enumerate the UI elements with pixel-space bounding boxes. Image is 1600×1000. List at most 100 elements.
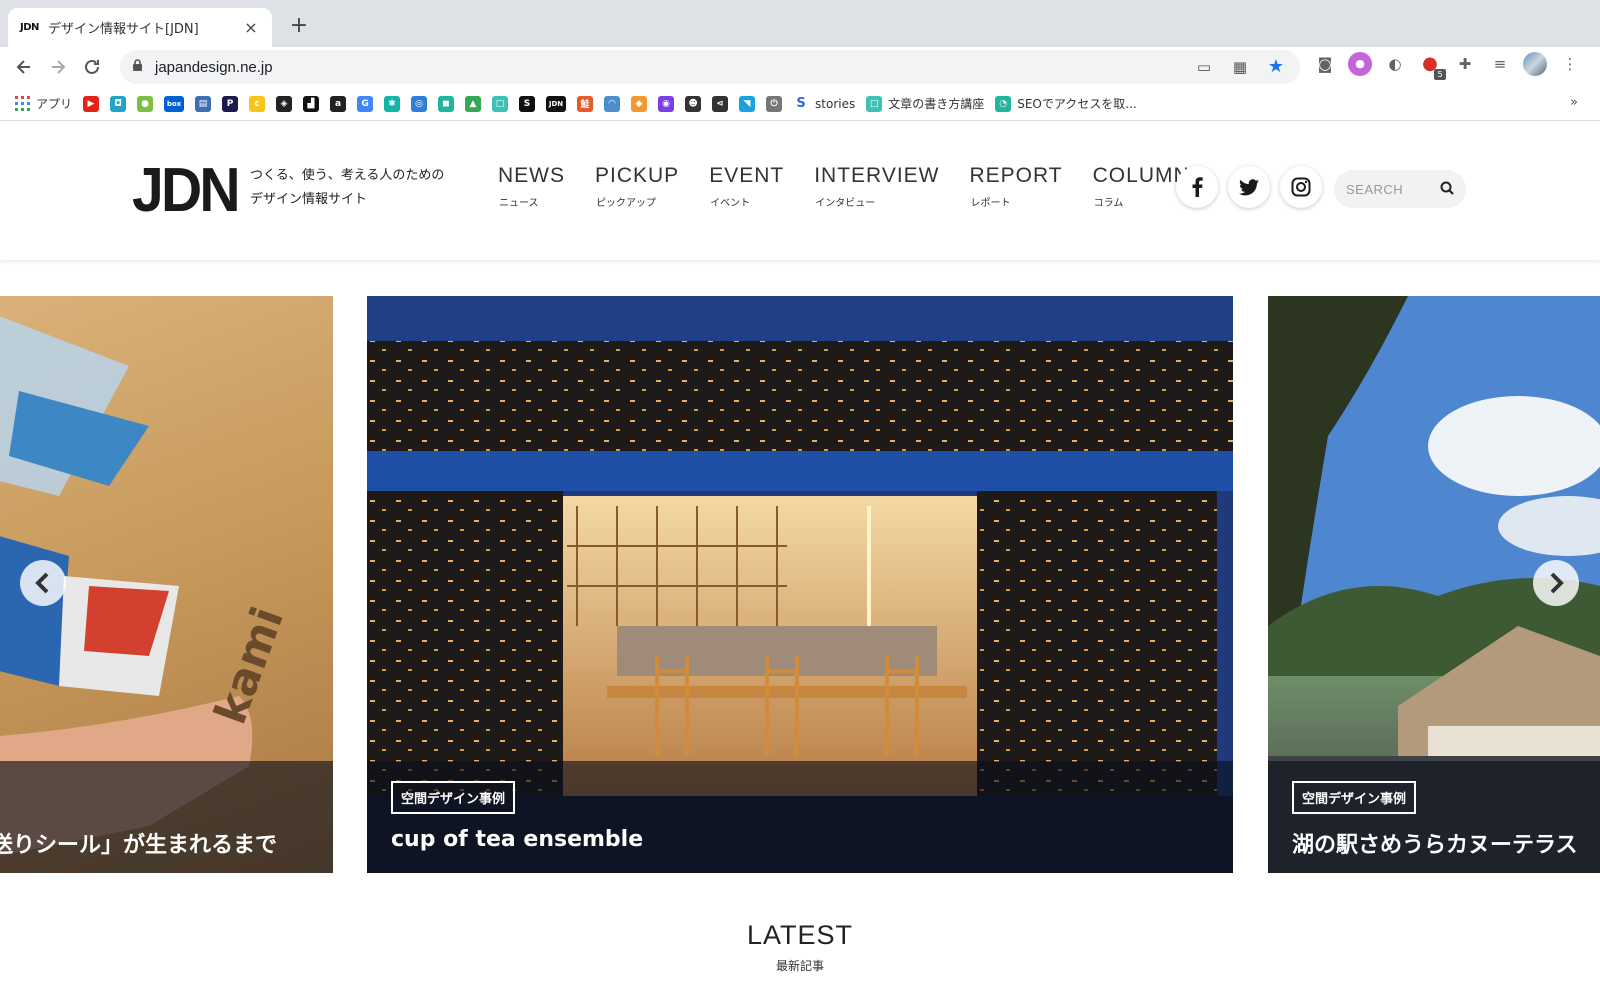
nav-sublabel: ピックアップ [596, 198, 656, 209]
bookmark-feather[interactable]: ⋖ [712, 95, 729, 112]
bookmark-asterisk[interactable]: ✱ [384, 95, 401, 112]
panda-icon: ☻ [685, 95, 702, 112]
bookmark-youtube[interactable]: ▶ [83, 95, 100, 112]
flag-icon: ◥ [739, 95, 756, 112]
nav-interview[interactable]: INTERVIEW インタビュー [814, 164, 939, 209]
bookmark-square-app[interactable]: □ [492, 95, 509, 112]
bookmark-drive[interactable]: ▲ [465, 95, 482, 112]
reload-button[interactable] [75, 50, 109, 84]
power-icon: ⏻ [766, 95, 783, 112]
bookmark-bird[interactable]: ◠ [604, 95, 621, 112]
latest-section: LATEST 最新記事 [0, 920, 1600, 974]
bookmark-writing-course[interactable]: □ 文章の書き方講座 [866, 95, 984, 112]
nav-sublabel: インタビュー [815, 198, 876, 209]
bookmark-amazon[interactable]: a [330, 95, 347, 112]
bookmark-power[interactable]: ⏻ [766, 95, 783, 112]
camera-extension-icon[interactable]: ◙ [1313, 52, 1337, 76]
carousel-next-button[interactable] [1533, 560, 1579, 606]
slide-title[interactable]: 送りシール」が生まれるまで [0, 827, 277, 859]
nav-label: PICKUP [595, 164, 680, 187]
close-tab-icon[interactable]: × [242, 18, 260, 37]
nav-pickup[interactable]: PICKUP ピックアップ [595, 164, 679, 209]
note-icon: □ [866, 95, 883, 112]
purple-extension-icon[interactable]: ● [1348, 52, 1372, 76]
bookmark-coin[interactable]: c [249, 95, 266, 112]
bookmark-package[interactable]: ◆ [631, 95, 648, 112]
drive-icon: ▲ [465, 95, 482, 112]
bookmark-google[interactable]: G [357, 95, 374, 112]
bookmark-panda[interactable]: ☻ [685, 95, 702, 112]
bookmark-cube[interactable]: ◈ [276, 95, 293, 112]
puzzle-extensions-icon[interactable]: ✚ [1453, 52, 1477, 76]
chevron-left-icon [35, 572, 49, 594]
jdn-favicon-icon: JDN [20, 22, 39, 33]
nav-sublabel: レポート [970, 198, 1011, 209]
search-icon[interactable] [1440, 180, 1454, 199]
forward-button[interactable] [41, 50, 75, 84]
nav-report[interactable]: REPORT レポート [970, 164, 1063, 209]
message-icon: ◼ [438, 95, 455, 112]
bookmark-flag[interactable]: ◥ [739, 95, 756, 112]
nav-sublabel: ニュース [499, 198, 539, 209]
bookmark-table[interactable]: ▤ [195, 95, 212, 112]
bookmark-leaf[interactable]: ● [137, 95, 154, 112]
reading-list-icon[interactable]: ≡ [1488, 52, 1512, 76]
bookmark-contacts[interactable]: ◘ [110, 95, 127, 112]
search-input[interactable] [1346, 181, 1436, 197]
tagline-line-1: つくる、使う、考える人のための [250, 168, 445, 183]
bookmarks-bar: アプリ ▶ ◘ ● box ▤ Pc ◈ ▟ a G ✱ ◎ ◼ ▲ □ S JDN 鮭 ◠ ◆ ◉ ☻ ⋖ ◥ ⏻ S sto… [0, 87, 1600, 121]
bookmark-apps[interactable]: アプリ [14, 95, 72, 112]
kebab-menu-icon[interactable]: ⋮ [1558, 52, 1582, 76]
bookmark-s-app[interactable]: S [519, 95, 536, 112]
coin-icon: c [249, 95, 266, 112]
apps-label: アプリ [36, 97, 73, 111]
bookmark-box[interactable]: box [164, 95, 185, 112]
instagram-button[interactable] [1280, 166, 1322, 208]
bird-icon: ◠ [604, 95, 621, 112]
nav-label: REPORT [969, 164, 1063, 187]
bookmark-unsplash[interactable]: ▟ [303, 95, 320, 112]
stories-label: stories [815, 96, 856, 111]
bookmark-jdn[interactable]: JDN [546, 95, 567, 112]
slide-title[interactable]: cup of tea ensemble [391, 827, 643, 852]
reload-icon [85, 59, 99, 74]
amazon-icon: a [330, 95, 347, 112]
slide-title[interactable]: 湖の駅さめうらカヌーテラス [1292, 827, 1578, 859]
url-text[interactable]: japandesign.ne.jp [155, 59, 273, 76]
unsplash-icon: ▟ [303, 95, 320, 112]
category-tag[interactable]: 空間デザイン事例 [391, 781, 516, 814]
bookmarks-overflow-icon[interactable]: » [1570, 95, 1578, 110]
twitter-icon [1239, 178, 1259, 195]
cast-icon[interactable]: ▭ [1192, 55, 1216, 79]
nav-event[interactable]: EVENT イベント [709, 164, 784, 209]
bookmark-circle-app[interactable]: ◉ [658, 95, 675, 112]
carousel-slide-active[interactable]: 空間デザイン事例 cup of tea ensemble [367, 296, 1233, 873]
twitter-button[interactable] [1228, 166, 1270, 208]
bookmark-seo[interactable]: ◔ SEOでアクセスを取... [995, 95, 1137, 112]
nib-icon: ◎ [411, 95, 428, 112]
bookmark-stories[interactable]: S stories [793, 95, 856, 112]
bookmark-nib[interactable]: ◎ [411, 95, 428, 112]
s-logo-icon: S [793, 95, 810, 112]
p-app-icon: P [222, 95, 239, 112]
qr-code-icon[interactable]: ▦ [1228, 55, 1252, 79]
bookmark-p-app[interactable]: P [222, 95, 239, 112]
nav-news[interactable]: NEWS ニュース [498, 164, 565, 209]
carousel-prev-button[interactable] [20, 560, 66, 606]
jdn-logo[interactable]: JDN [132, 160, 241, 222]
facebook-button[interactable] [1176, 166, 1218, 208]
browser-tab[interactable]: JDN デザイン情報サイト[JDN] × [8, 8, 272, 47]
facebook-icon [1192, 177, 1203, 197]
bookmark-star-icon[interactable]: ★ [1264, 55, 1288, 79]
profile-avatar[interactable] [1523, 52, 1547, 76]
back-button[interactable] [7, 50, 41, 84]
new-tab-button[interactable]: + [286, 14, 312, 40]
address-bar[interactable]: japandesign.ne.jp ▭ ▦ ★ [120, 50, 1300, 84]
lock-icon [132, 59, 143, 75]
bookmark-message[interactable]: ◼ [438, 95, 455, 112]
google-icon: G [357, 95, 374, 112]
category-tag[interactable]: 空間デザイン事例 [1292, 781, 1417, 814]
moon-extension-icon[interactable]: ◐ [1383, 52, 1407, 76]
red-extension-icon[interactable]: ● 5 [1418, 52, 1446, 80]
bookmark-kanji-app[interactable]: 鮭 [577, 95, 594, 112]
